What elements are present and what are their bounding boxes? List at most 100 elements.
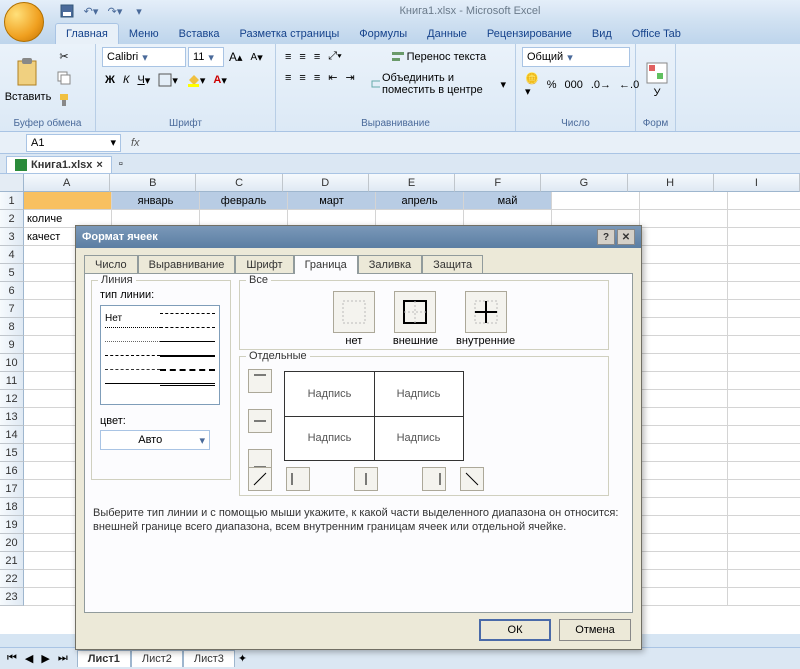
fill-color-button[interactable]: ▾ bbox=[183, 70, 209, 90]
tab-page-layout[interactable]: Разметка страницы bbox=[230, 24, 350, 44]
cell[interactable] bbox=[728, 516, 800, 534]
italic-button[interactable]: К bbox=[120, 71, 132, 89]
row-header[interactable]: 13 bbox=[0, 408, 24, 426]
cell[interactable] bbox=[640, 336, 728, 354]
last-sheet-button[interactable]: ⏭ bbox=[55, 649, 71, 668]
cell[interactable] bbox=[640, 228, 728, 246]
col-header[interactable]: B bbox=[110, 174, 196, 192]
cell-c1[interactable]: февраль bbox=[200, 192, 288, 210]
cell[interactable] bbox=[640, 552, 728, 570]
tab-view[interactable]: Вид bbox=[582, 24, 622, 44]
dlg-tab-fill[interactable]: Заливка bbox=[358, 255, 422, 274]
cell[interactable] bbox=[728, 588, 800, 606]
dlg-tab-number[interactable]: Число bbox=[84, 255, 138, 274]
line-style-none[interactable]: Нет bbox=[105, 313, 160, 321]
row-header[interactable]: 21 bbox=[0, 552, 24, 570]
tab-insert[interactable]: Вставка bbox=[169, 24, 230, 44]
font-name-combo[interactable]: Calibri▾ bbox=[102, 47, 186, 67]
save-icon[interactable] bbox=[58, 2, 76, 20]
cell[interactable] bbox=[640, 210, 728, 228]
office-button[interactable] bbox=[4, 2, 44, 42]
row-header[interactable]: 17 bbox=[0, 480, 24, 498]
indent-inc-button[interactable]: ⇥ bbox=[342, 68, 357, 87]
column-headers[interactable]: ABCDEFGHI bbox=[24, 174, 800, 192]
row-header[interactable]: 4 bbox=[0, 246, 24, 264]
col-header[interactable]: E bbox=[369, 174, 455, 192]
cell[interactable] bbox=[728, 210, 800, 228]
line-style[interactable] bbox=[160, 383, 215, 391]
new-sheet-button[interactable]: ✦ bbox=[235, 649, 250, 668]
merge-center-button[interactable]: Объединить и поместить в центре▾ bbox=[368, 69, 509, 99]
row-header[interactable]: 10 bbox=[0, 354, 24, 372]
undo-icon[interactable]: ↶▾ bbox=[82, 2, 100, 20]
font-color-button[interactable]: A▾ bbox=[210, 71, 229, 90]
line-style[interactable] bbox=[105, 383, 160, 391]
cell[interactable] bbox=[728, 498, 800, 516]
cell-b1[interactable]: январь bbox=[112, 192, 200, 210]
cell[interactable] bbox=[640, 516, 728, 534]
line-style-list[interactable]: Нет bbox=[100, 305, 220, 405]
help-button[interactable]: ? bbox=[597, 229, 615, 245]
cell[interactable] bbox=[728, 246, 800, 264]
row-header[interactable]: 6 bbox=[0, 282, 24, 300]
row-header[interactable]: 8 bbox=[0, 318, 24, 336]
line-style[interactable] bbox=[105, 369, 160, 377]
orientation-button[interactable]: ⤢▾ bbox=[325, 47, 344, 66]
bold-button[interactable]: Ж bbox=[102, 71, 118, 89]
border-left-button[interactable] bbox=[286, 467, 310, 491]
cell[interactable] bbox=[728, 264, 800, 282]
number-format-combo[interactable]: Общий▾ bbox=[522, 47, 630, 67]
cell[interactable] bbox=[728, 462, 800, 480]
col-header[interactable]: D bbox=[283, 174, 369, 192]
row-header[interactable]: 7 bbox=[0, 300, 24, 318]
cell[interactable] bbox=[640, 192, 728, 210]
qat-dropdown-icon[interactable]: ▾ bbox=[130, 2, 148, 20]
cell[interactable] bbox=[728, 300, 800, 318]
row-header[interactable]: 18 bbox=[0, 498, 24, 516]
row-header[interactable]: 23 bbox=[0, 588, 24, 606]
border-right-button[interactable] bbox=[422, 467, 446, 491]
underline-button[interactable]: Ч▾ bbox=[134, 71, 153, 90]
align-center-button[interactable]: ≡ bbox=[296, 69, 308, 87]
sheet-tab-2[interactable]: Лист2 bbox=[131, 650, 183, 667]
row-header[interactable]: 2 bbox=[0, 210, 24, 228]
cell[interactable] bbox=[640, 534, 728, 552]
row-header[interactable]: 1 bbox=[0, 192, 24, 210]
tab-office-tab[interactable]: Office Tab bbox=[622, 24, 691, 44]
border-diag-down-button[interactable] bbox=[460, 467, 484, 491]
cell[interactable] bbox=[640, 570, 728, 588]
cell[interactable] bbox=[728, 426, 800, 444]
row-header[interactable]: 15 bbox=[0, 444, 24, 462]
line-style[interactable] bbox=[105, 327, 160, 335]
border-top-button[interactable] bbox=[248, 369, 272, 393]
cell[interactable] bbox=[552, 192, 640, 210]
cell[interactable] bbox=[640, 246, 728, 264]
line-style[interactable] bbox=[160, 327, 215, 335]
col-header[interactable]: C bbox=[196, 174, 282, 192]
tab-data[interactable]: Данные bbox=[417, 24, 477, 44]
format-painter-button[interactable] bbox=[54, 90, 74, 110]
cell-e1[interactable]: апрель bbox=[376, 192, 464, 210]
close-icon[interactable]: × bbox=[96, 159, 102, 171]
cell[interactable] bbox=[728, 552, 800, 570]
next-sheet-button[interactable]: ▶ bbox=[38, 649, 52, 668]
line-style[interactable] bbox=[105, 341, 160, 349]
ok-button[interactable]: ОК bbox=[479, 619, 551, 641]
cell[interactable] bbox=[728, 408, 800, 426]
grow-font-button[interactable]: A▴ bbox=[226, 47, 246, 67]
close-button[interactable]: ✕ bbox=[617, 229, 635, 245]
tab-home[interactable]: Главная bbox=[55, 23, 119, 44]
cell[interactable] bbox=[640, 354, 728, 372]
row-header[interactable]: 20 bbox=[0, 534, 24, 552]
redo-icon[interactable]: ↷▾ bbox=[106, 2, 124, 20]
cell[interactable] bbox=[728, 336, 800, 354]
select-all-corner[interactable] bbox=[0, 174, 24, 192]
line-style[interactable] bbox=[160, 369, 215, 377]
cell[interactable] bbox=[728, 534, 800, 552]
tab-formulas[interactable]: Формулы bbox=[349, 24, 417, 44]
cell[interactable] bbox=[640, 444, 728, 462]
preset-outline-button[interactable] bbox=[394, 291, 436, 333]
cell[interactable] bbox=[640, 282, 728, 300]
col-header[interactable]: I bbox=[714, 174, 800, 192]
cell[interactable] bbox=[640, 300, 728, 318]
